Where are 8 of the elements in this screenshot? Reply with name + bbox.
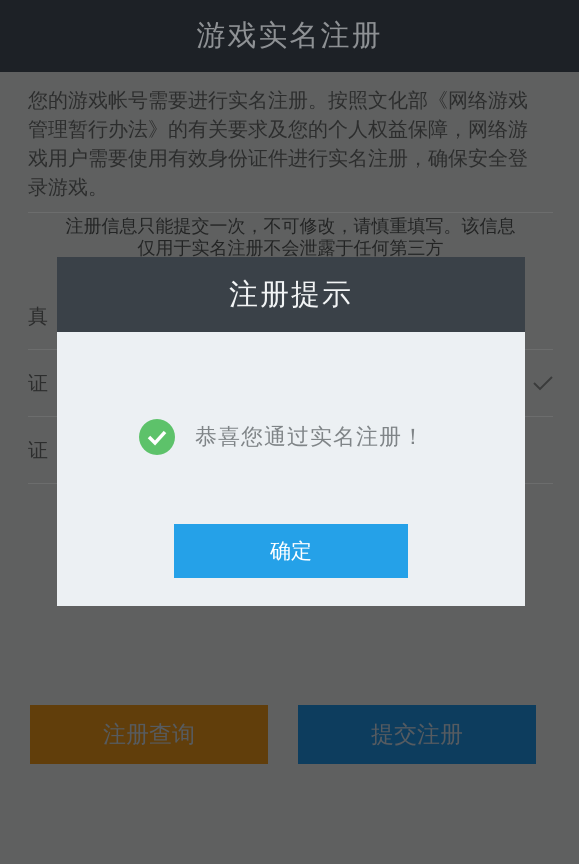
submit-button[interactable]: 提交注册 [298, 705, 536, 764]
page-title: 游戏实名注册 [196, 17, 382, 54]
success-icon [139, 419, 175, 455]
notice-text: 注册信息只能提交一次，不可修改，请慎重填写。该信息仅用于实名注册不会泄露于任何第三方 [64, 216, 516, 260]
dialog-title: 注册提示 [229, 276, 353, 312]
query-button[interactable]: 注册查询 [30, 705, 268, 764]
success-message: 恭喜您通过实名注册！ [195, 424, 425, 452]
confirm-button[interactable]: 确定 [174, 524, 408, 578]
